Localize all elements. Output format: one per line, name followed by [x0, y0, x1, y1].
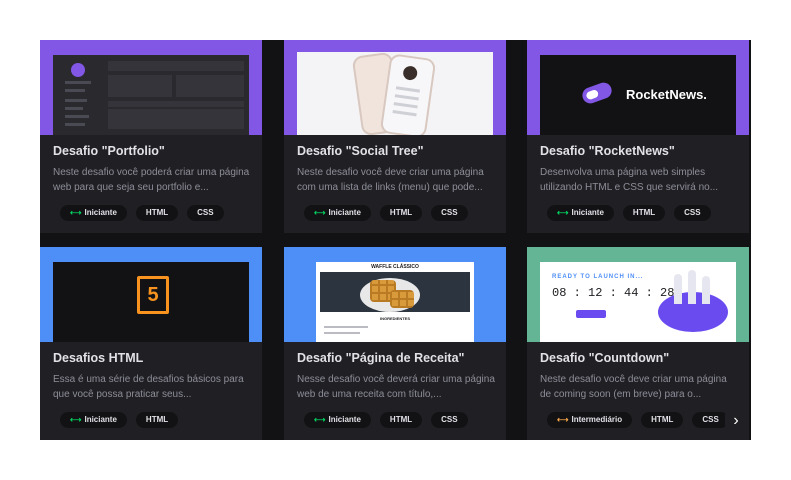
- level-icon: ⟷: [557, 415, 569, 424]
- card-tags: ⟷ Iniciante HTML CSS: [60, 205, 224, 221]
- card-banner: READY TO LAUNCH IN... 08 : 12 : 44 : 28: [527, 247, 749, 342]
- tag-css: CSS: [187, 205, 224, 221]
- rocket-logo-icon: [580, 80, 614, 106]
- tag-level: ⟷ Iniciante: [304, 412, 371, 428]
- tag-css: CSS: [692, 412, 729, 428]
- rocketnews-preview: RocketNews.: [540, 55, 736, 135]
- phone-front: [379, 53, 437, 135]
- social-tree-preview: [297, 51, 493, 135]
- challenge-card-portfolio[interactable]: Desafio "Portfolio" Neste desafio você p…: [40, 40, 262, 233]
- level-icon: ⟷: [70, 208, 82, 217]
- card-tags: ⟷ Iniciante HTML CSS: [304, 412, 468, 428]
- avatar: [402, 65, 419, 81]
- html5-icon: 5: [137, 276, 169, 314]
- tag-html: HTML: [622, 205, 666, 221]
- card-tags: ⟷ Intermediário HTML CSS: [547, 412, 729, 428]
- tag-html: HTML: [135, 205, 179, 221]
- level-icon: ⟷: [314, 415, 326, 424]
- tag-css: CSS: [674, 205, 711, 221]
- tag-html: HTML: [379, 205, 423, 221]
- challenge-card-rocketnews[interactable]: RocketNews. Desafio "RocketNews" Desenvo…: [527, 40, 749, 233]
- card-banner: WAFFLE CLÁSSICO INGREDIENTES: [284, 247, 506, 342]
- tag-level: ⟷ Iniciante: [60, 205, 127, 221]
- tag-level: ⟷ Iniciante: [547, 205, 614, 221]
- level-icon: ⟷: [557, 208, 569, 217]
- level-icon: ⟷: [314, 208, 326, 217]
- countdown-timer: 08 : 12 : 44 : 28: [552, 286, 675, 300]
- card-description: Desenvolva uma página web simples utiliz…: [540, 167, 719, 193]
- html-preview: 5: [53, 262, 249, 342]
- tag-css: CSS: [431, 412, 468, 428]
- countdown-heading: READY TO LAUNCH IN...: [552, 274, 644, 280]
- card-description: Neste desafio você deve criar uma página…: [297, 167, 484, 193]
- card-tags: ⟷ Iniciante HTML: [60, 412, 179, 428]
- card-title: Desafio "Social Tree": [297, 144, 424, 158]
- challenge-card-receita[interactable]: WAFFLE CLÁSSICO INGREDIENTES Desafio "Pá…: [284, 247, 506, 440]
- carousel-next-button[interactable]: ›: [725, 410, 747, 434]
- recipe-title: WAFFLE CLÁSSICO: [371, 264, 419, 270]
- level-icon: ⟷: [70, 415, 82, 424]
- card-title: Desafio "RocketNews": [540, 144, 675, 158]
- tag-level: ⟷ Intermediário: [547, 412, 633, 428]
- tag-html: HTML: [641, 412, 684, 428]
- tag-html: HTML: [135, 412, 179, 428]
- countdown-cta-button: [576, 310, 606, 318]
- card-description: Neste desafio você poderá criar uma pági…: [53, 167, 250, 193]
- tag-level: ⟷ Iniciante: [304, 205, 371, 221]
- card-banner: [40, 40, 262, 135]
- card-tags: ⟷ Iniciante HTML CSS: [547, 205, 711, 221]
- card-banner: [284, 40, 506, 135]
- recipe-ingredients-heading: INGREDIENTES: [379, 316, 410, 321]
- challenge-card-html[interactable]: 5 Desafios HTML Essa é uma série de desa…: [40, 247, 262, 440]
- avatar: [71, 63, 85, 77]
- card-title: Desafios HTML: [53, 351, 144, 365]
- receita-preview: WAFFLE CLÁSSICO INGREDIENTES: [316, 262, 474, 342]
- tag-level: ⟷ Iniciante: [60, 412, 127, 428]
- card-title: Desafio "Página de Receita": [297, 351, 465, 365]
- card-title: Desafio "Portfolio": [53, 144, 165, 158]
- tag-css: CSS: [431, 205, 468, 221]
- challenge-card-social-tree[interactable]: Desafio "Social Tree" Neste desafio você…: [284, 40, 506, 233]
- portfolio-preview: [53, 55, 249, 135]
- card-title: Desafio "Countdown": [540, 351, 670, 365]
- tag-html: HTML: [379, 412, 423, 428]
- card-banner: 5: [40, 247, 262, 342]
- card-tags: ⟷ Iniciante HTML CSS: [304, 205, 468, 221]
- challenge-card-countdown[interactable]: READY TO LAUNCH IN... 08 : 12 : 44 : 28 …: [527, 247, 749, 440]
- countdown-preview: READY TO LAUNCH IN... 08 : 12 : 44 : 28: [540, 262, 736, 342]
- rocketnews-logo-text: RocketNews.: [626, 87, 707, 102]
- card-description: Essa é uma série de desafios básicos par…: [53, 374, 244, 400]
- card-description: Nesse desafio você deverá criar uma pági…: [297, 374, 495, 400]
- recipe-photo: [320, 272, 470, 312]
- card-banner: RocketNews.: [527, 40, 749, 135]
- card-description: Neste desafio você deve criar uma página…: [540, 374, 727, 400]
